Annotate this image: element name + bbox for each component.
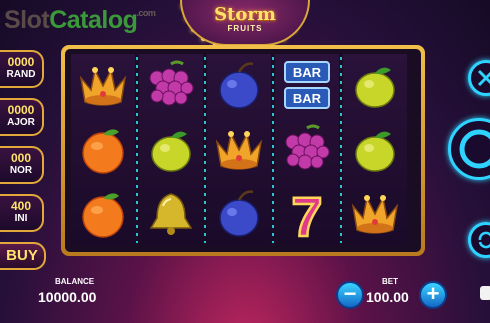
reel-divider: [204, 57, 206, 243]
crown-icon: [209, 120, 269, 180]
jackpot-grand-value: 0000: [7, 55, 35, 69]
bet-increase-button[interactable]: +: [419, 281, 447, 309]
jackpot-mini-label: INI: [14, 213, 28, 224]
watermark-part1: Slot: [4, 6, 50, 34]
reel-divider: [340, 57, 342, 243]
close-icon: [477, 69, 490, 87]
logo-subtitle: FRUITS: [227, 24, 263, 33]
reel-divider: [272, 57, 274, 243]
bet-value: 100.00: [366, 289, 409, 305]
jackpot-grand-label: RAND: [6, 69, 36, 80]
logo-title: Storm: [214, 4, 276, 25]
jackpot-major-value: 0000: [7, 103, 35, 117]
jackpot-minor: 000 NOR: [0, 146, 44, 184]
bell-icon: [141, 184, 201, 244]
watermark-part2: Catalog: [49, 6, 138, 34]
grapes-icon: [141, 56, 201, 116]
reel-divider: [136, 57, 138, 243]
jackpot-mini: 400 INI: [0, 194, 44, 232]
settings-close-button[interactable]: [468, 60, 490, 96]
autoplay-button[interactable]: [468, 222, 490, 258]
jackpot-major: 0000 AJOR: [0, 98, 44, 136]
watermark-suffix: .com: [136, 8, 156, 18]
balance-label: BALANCE: [55, 277, 95, 286]
jackpot-minor-label: NOR: [9, 165, 33, 176]
bet-decrease-button[interactable]: −: [336, 281, 364, 309]
bar-label-bottom: BAR: [293, 91, 322, 106]
double-bar-icon: BAR BAR: [277, 56, 337, 116]
plum-icon: [209, 184, 269, 244]
autoplay-icon: [478, 231, 490, 249]
bet-label: BET: [382, 277, 398, 286]
orange-icon: [73, 120, 133, 180]
bar-label-top: BAR: [293, 65, 322, 80]
slotcatalog-watermark: SlotCatalog .com: [4, 6, 156, 35]
crown-icon: [345, 184, 405, 244]
crown-icon: [73, 56, 133, 116]
buy-feature-button[interactable]: BUY: [0, 242, 46, 270]
plum-icon: [209, 56, 269, 116]
jackpot-mini-value: 400: [10, 199, 32, 213]
jackpot-minor-value: 000: [10, 151, 32, 165]
jackpot-panel: 0000 RAND 0000 AJOR 000 NOR 400 INI: [0, 50, 44, 242]
lemon-icon: [345, 120, 405, 180]
grapes-icon: [277, 120, 337, 180]
seven-icon: 7: [277, 184, 337, 250]
spin-button[interactable]: [448, 118, 490, 180]
balance-value: 10000.00: [38, 289, 97, 305]
lemon-icon: [141, 120, 201, 180]
jackpot-major-label: AJOR: [7, 117, 35, 128]
reels-frame: BAR BAR 7: [61, 45, 425, 256]
lemon-icon: [345, 56, 405, 116]
jackpot-grand: 0000 RAND: [0, 50, 44, 88]
reels-area: BAR BAR 7: [65, 49, 421, 252]
seven-label: 7: [291, 185, 322, 244]
orange-icon: [73, 184, 133, 244]
spin-icon: [459, 129, 490, 169]
menu-button[interactable]: [480, 286, 490, 300]
